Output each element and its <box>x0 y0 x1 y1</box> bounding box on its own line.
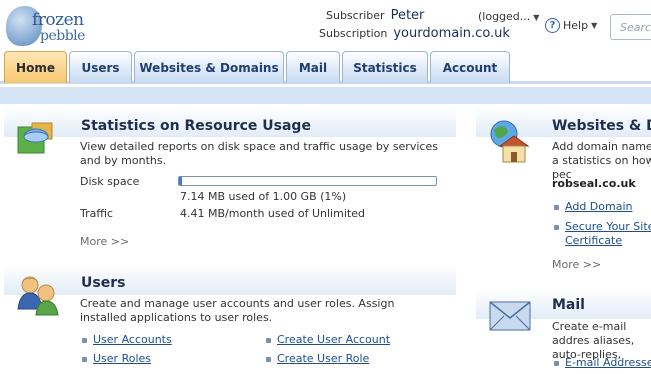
disk-space-progress-fill <box>179 177 182 185</box>
search-input[interactable]: Search <box>610 14 651 40</box>
main-tabs: Home Users Websites & Domains Mail Stati… <box>0 50 651 84</box>
statistics-description: View detailed reports on disk space and … <box>80 140 438 167</box>
logged-in-menu[interactable]: (logged... ▼ <box>478 10 539 23</box>
tab-account[interactable]: Account <box>430 51 510 83</box>
subscription-value[interactable]: yourdomain.co.uk <box>393 26 510 41</box>
websites-domains-title: Websites & Do <box>552 118 651 134</box>
content-band <box>0 87 651 104</box>
logged-in-text: (logged... <box>478 10 531 23</box>
websites-more-link[interactable]: More >> <box>552 258 601 271</box>
help-label: Help <box>563 19 589 32</box>
tab-mail[interactable]: Mail <box>286 51 340 83</box>
secure-your-site-link[interactable]: Secure Your Site wi <box>565 220 651 233</box>
mail-envelope-icon <box>489 301 531 331</box>
subscriber-row: Subscriber Peter <box>326 8 424 24</box>
help-menu[interactable]: ? Help ▼ <box>545 18 597 33</box>
add-domain-link[interactable]: Add Domain <box>565 200 632 213</box>
tab-statistics[interactable]: Statistics <box>342 51 428 83</box>
statistics-title: Statistics on Resource Usage <box>81 118 311 134</box>
subscription-row: Subscription yourdomain.co.uk <box>319 26 510 42</box>
traffic-value: 4.41 MB/month used of Unlimited <box>180 207 365 220</box>
traffic-label: Traffic <box>80 207 114 220</box>
subscriber-name: Peter <box>390 8 425 23</box>
subscriber-label: Subscriber <box>326 9 385 22</box>
list-bullet <box>554 361 559 366</box>
user-roles-link[interactable]: User Roles <box>93 352 151 365</box>
frozen-pebble-logo[interactable]: frozen pebble <box>6 4 94 50</box>
users-title: Users <box>81 275 126 291</box>
create-user-account-link[interactable]: Create User Account <box>277 333 390 346</box>
mail-title: Mail <box>552 297 585 313</box>
users-description: Create and manage user accounts and user… <box>80 297 395 324</box>
chevron-down-icon: ▼ <box>591 21 598 30</box>
statistics-more-link[interactable]: More >> <box>80 235 129 248</box>
create-user-role-link[interactable]: Create User Role <box>277 352 369 365</box>
list-bullet <box>266 357 271 362</box>
house-globe-icon <box>490 120 530 163</box>
domain-name: robseal.co.uk <box>552 177 636 190</box>
user-accounts-link[interactable]: User Accounts <box>93 333 172 346</box>
disk-space-progress <box>178 176 437 186</box>
logo-text-line2: pebble <box>40 28 85 44</box>
list-bullet <box>82 357 87 362</box>
list-bullet <box>266 338 271 343</box>
certificate-link[interactable]: Certificate <box>565 234 622 247</box>
logo-text-line1: frozen <box>32 10 84 30</box>
disk-space-value: 7.14 MB used of 1.00 GB (1%) <box>180 190 347 203</box>
tab-users[interactable]: Users <box>69 51 132 83</box>
list-bullet <box>554 205 559 210</box>
websites-description: Add domain names a statistics on how pec <box>552 140 651 181</box>
chevron-down-icon: ▼ <box>533 13 540 22</box>
help-icon: ? <box>545 18 560 33</box>
list-bullet <box>82 338 87 343</box>
tab-home[interactable]: Home <box>4 51 67 83</box>
subscription-label: Subscription <box>319 27 388 40</box>
header: frozen pebble Subscriber Peter Subscript… <box>0 0 651 50</box>
email-addresses-link[interactable]: E-mail Addresses <box>565 356 651 369</box>
users-icon <box>17 276 59 316</box>
disk-space-label: Disk space <box>80 175 140 188</box>
list-bullet <box>554 225 559 230</box>
statistics-chart-icon <box>17 122 53 154</box>
tab-websites-domains[interactable]: Websites & Domains <box>134 51 284 83</box>
